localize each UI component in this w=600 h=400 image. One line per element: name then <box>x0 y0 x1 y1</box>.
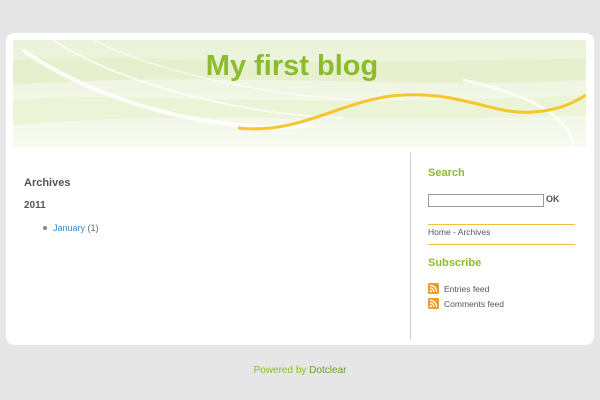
breadcrumb-current: Archives <box>457 227 491 237</box>
blog-title[interactable]: My first blog <box>13 50 571 83</box>
footer-dotclear-link[interactable]: Dotclear <box>309 365 346 376</box>
archive-year-heading: 2011 <box>24 200 46 211</box>
comments-feed-label: Comments feed <box>444 298 504 309</box>
list-item: January (1) <box>43 223 99 233</box>
search-title: Search <box>428 167 465 179</box>
sidebar-divider <box>428 244 575 245</box>
column-divider <box>410 153 411 339</box>
breadcrumb: Home - Archives <box>428 227 490 237</box>
rss-icon <box>428 298 439 309</box>
breadcrumb-separator: - <box>450 227 458 237</box>
bullet-icon <box>43 226 47 230</box>
comments-feed-link[interactable]: Comments feed <box>428 298 504 309</box>
entries-feed-link[interactable]: Entries feed <box>428 283 489 294</box>
page-title: Archives <box>24 177 71 189</box>
footer: Powered by Dotclear <box>0 365 600 376</box>
search-ok-button[interactable]: OK <box>546 194 560 204</box>
subscribe-title: Subscribe <box>428 257 482 269</box>
archive-month-link[interactable]: January <box>53 223 85 233</box>
entries-feed-label: Entries feed <box>444 283 490 294</box>
archive-list: January (1) <box>43 223 99 233</box>
page-container: My first blog Archives 2011 January (1) … <box>6 33 594 345</box>
rss-icon <box>428 283 439 294</box>
archive-post-count: (1) <box>87 223 99 233</box>
search-input[interactable] <box>428 194 544 207</box>
breadcrumb-home-link[interactable]: Home <box>428 227 451 237</box>
sidebar-divider <box>428 224 575 225</box>
blog-header: My first blog <box>13 40 586 147</box>
footer-powered-by: Powered by <box>253 365 307 376</box>
